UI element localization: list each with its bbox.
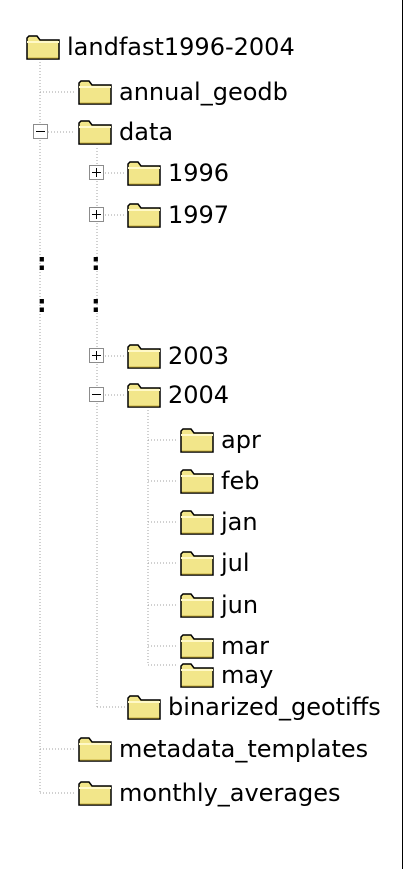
tree-node-1996[interactable]: 1996 xyxy=(127,156,229,190)
tree-node-feb[interactable]: feb xyxy=(180,464,259,498)
tree-node-monthly-averages[interactable]: monthly_averages xyxy=(78,776,341,810)
tree-node-label: jun xyxy=(221,591,259,619)
tree-node-label: landfast1996-2004 xyxy=(67,33,295,61)
folder-icon xyxy=(180,633,214,659)
tree-node-jan[interactable]: jan xyxy=(180,505,258,539)
tree-node-label: monthly_averages xyxy=(119,779,341,807)
tree-node-label: 2004 xyxy=(168,381,230,409)
tree-node-label: annual_geodb xyxy=(119,78,288,106)
tree-node-label: may xyxy=(221,661,274,689)
tree-node-label: jul xyxy=(221,549,250,577)
tree-node-label: apr xyxy=(221,426,261,454)
tree-node-label: data xyxy=(119,118,174,146)
tree-node-label: feb xyxy=(221,467,260,495)
tree-node-binarized-geotiffs[interactable]: binarized_geotiffs xyxy=(127,690,381,724)
tree-node-data[interactable]: data xyxy=(78,115,173,149)
collapse-toggle-data[interactable] xyxy=(33,124,48,139)
folder-icon xyxy=(180,550,214,576)
folder-icon xyxy=(78,119,112,145)
collapse-toggle-2004[interactable] xyxy=(89,387,104,402)
tree-node-label: metadata_templates xyxy=(119,735,369,763)
folder-icon xyxy=(26,34,60,60)
folder-icon xyxy=(180,662,214,688)
folder-icon xyxy=(127,382,161,408)
ellipsis-mark: : xyxy=(91,290,101,318)
folder-icon xyxy=(180,427,214,453)
tree-node-label: 1997 xyxy=(168,201,230,229)
folder-icon xyxy=(78,79,112,105)
ellipsis-mark: : xyxy=(91,248,101,276)
folder-icon xyxy=(127,343,161,369)
folder-icon xyxy=(127,160,161,186)
ellipsis-mark: : xyxy=(37,248,47,276)
tree-node-1997[interactable]: 1997 xyxy=(127,198,229,232)
tree-node-2003[interactable]: 2003 xyxy=(127,339,229,373)
folder-icon xyxy=(180,592,214,618)
tree-node-label: jan xyxy=(221,508,258,536)
folder-icon xyxy=(127,694,161,720)
folder-icon xyxy=(127,202,161,228)
folder-icon xyxy=(180,509,214,535)
tree-node-jul[interactable]: jul xyxy=(180,546,250,580)
tree-node-label: 2003 xyxy=(168,342,230,370)
tree-node-root[interactable]: landfast1996-2004 xyxy=(26,30,295,64)
folder-icon xyxy=(78,736,112,762)
tree-node-may[interactable]: may xyxy=(180,658,273,692)
folder-icon xyxy=(78,780,112,806)
expand-toggle-1996[interactable] xyxy=(89,165,104,180)
expand-toggle-1997[interactable] xyxy=(89,207,104,222)
tree-node-label: 1996 xyxy=(168,159,230,187)
tree-node-apr[interactable]: apr xyxy=(180,423,261,457)
ellipsis-mark: : xyxy=(37,290,47,318)
tree-node-jun[interactable]: jun xyxy=(180,588,258,622)
expand-toggle-2003[interactable] xyxy=(89,348,104,363)
folder-icon xyxy=(180,468,214,494)
tree-node-2004[interactable]: 2004 xyxy=(127,378,229,412)
tree-node-metadata-templates[interactable]: metadata_templates xyxy=(78,732,368,766)
tree-node-annual-geodb[interactable]: annual_geodb xyxy=(78,75,288,109)
folder-tree-panel: landfast1996-2004 annual_geodb data 1996… xyxy=(0,0,403,869)
tree-node-label: binarized_geotiffs xyxy=(168,693,381,721)
